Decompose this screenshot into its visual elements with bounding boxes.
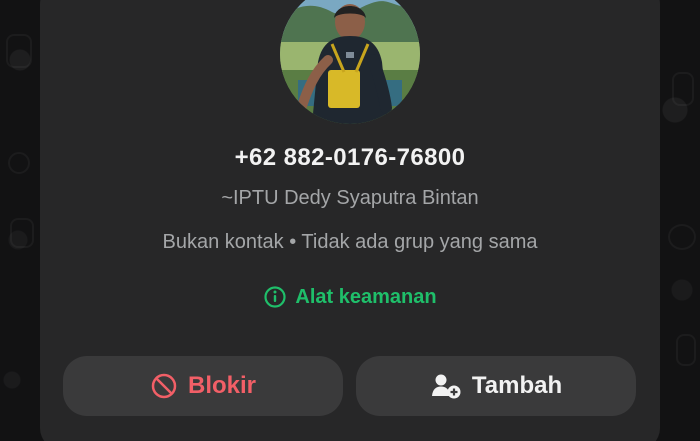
push-name: ~IPTU Dedy Syaputra Bintan [221, 187, 479, 209]
security-tools-label: Alat keamanan [295, 285, 437, 308]
chat-screen: +62 882-0176-76800 ~IPTU Dedy Syaputra B… [0, 0, 700, 441]
add-contact-icon [430, 372, 462, 400]
wallpaper-doodle [6, 34, 32, 68]
add-contact-button[interactable]: Tambah [356, 356, 636, 416]
wallpaper-doodle [672, 72, 694, 106]
security-tools-link[interactable]: Alat keamanan [0, 285, 700, 309]
block-icon [150, 372, 178, 400]
block-button-label: Blokir [187, 372, 256, 399]
wallpaper-doodle [676, 334, 696, 366]
phone-number: +62 882-0176-76800 [234, 144, 466, 171]
block-button[interactable]: Blokir [63, 356, 343, 416]
contact-status: Bukan kontak • Tidak ada grup yang sama [162, 231, 538, 253]
add-contact-label: Tambah [471, 372, 563, 399]
info-circle-icon [263, 285, 287, 309]
